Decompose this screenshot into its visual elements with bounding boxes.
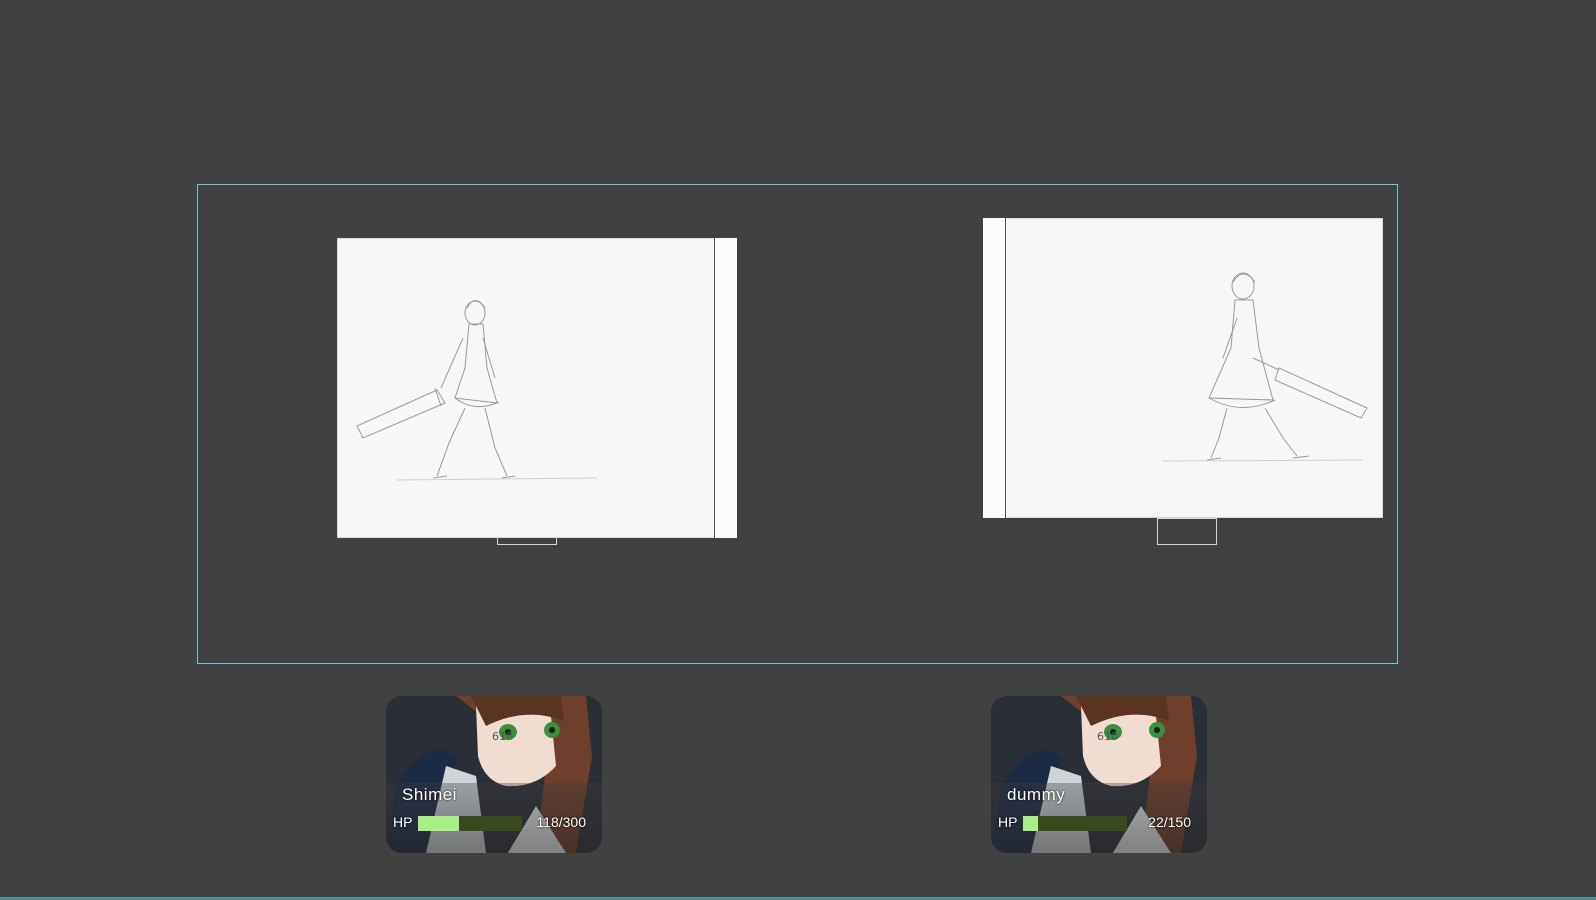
sprite-edge bbox=[714, 238, 737, 538]
hp-label: HP bbox=[998, 814, 1018, 830]
svg-text:610: 610 bbox=[1097, 730, 1118, 743]
hp-value: 118/300 bbox=[536, 814, 586, 830]
enemy-sprite[interactable] bbox=[983, 218, 1383, 518]
party-card-shimei[interactable]: 610 Shimei HP 118/300 bbox=[386, 696, 602, 853]
hp-bar bbox=[1023, 816, 1127, 831]
ally-target-marker bbox=[497, 538, 557, 545]
hp-bar-fill bbox=[1023, 816, 1039, 831]
sword-girl-sketch-icon bbox=[1162, 272, 1368, 462]
hp-bar bbox=[418, 816, 522, 831]
ally-sprite[interactable] bbox=[337, 238, 737, 538]
hp-label: HP bbox=[393, 814, 413, 830]
sword-girl-sketch-icon bbox=[356, 300, 598, 481]
party-card-dummy[interactable]: 610 dummy HP 22/150 bbox=[991, 696, 1207, 853]
hp-bar-fill bbox=[418, 816, 459, 831]
character-name: dummy bbox=[1007, 785, 1066, 804]
battle-screen: 610 Shimei HP 118/300 610 dummy HP 22/15… bbox=[0, 0, 1596, 900]
svg-text:610: 610 bbox=[492, 730, 513, 743]
hp-value: 22/150 bbox=[1148, 814, 1191, 830]
enemy-target-marker bbox=[1157, 518, 1217, 545]
character-name: Shimei bbox=[402, 785, 457, 804]
